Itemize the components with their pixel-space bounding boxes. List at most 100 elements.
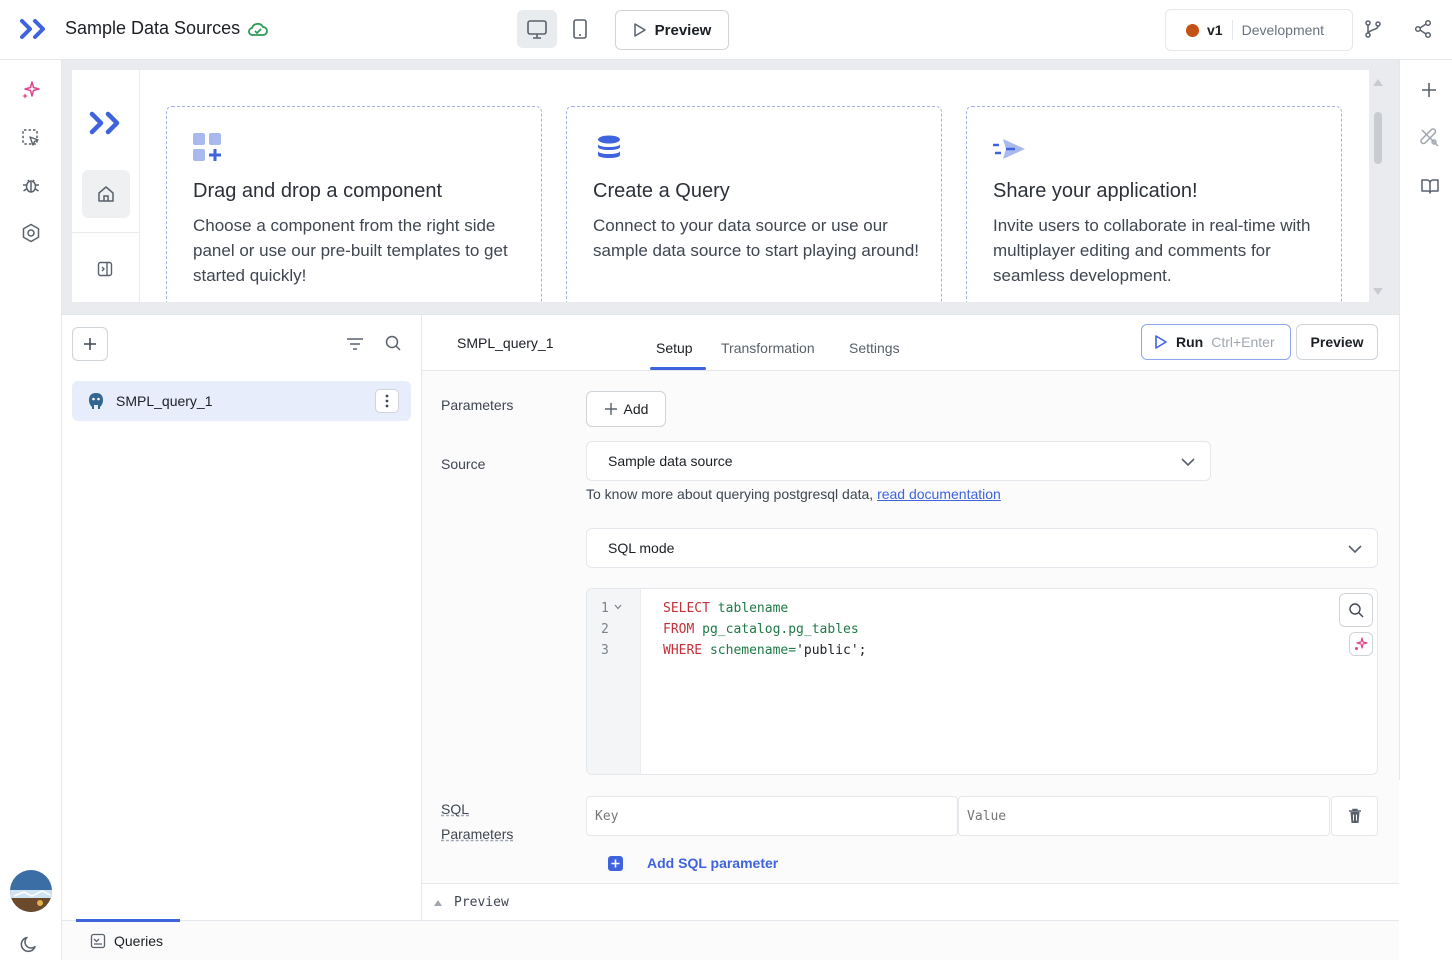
sql-param-key-input[interactable] <box>586 796 958 836</box>
read-documentation-link[interactable]: read documentation <box>877 486 1001 502</box>
plus-icon <box>84 338 96 350</box>
line-gutter: 1 2 3 <box>587 589 641 774</box>
editor-header: SMPL_query_1 Setup Transformation Settin… <box>422 315 1399 371</box>
code-search-button[interactable] <box>1339 593 1373 627</box>
query-list-panel: SMPL_query_1 <box>62 314 422 920</box>
ai-sparkle-icon[interactable] <box>20 79 42 101</box>
style-disabled-icon[interactable] <box>1420 128 1440 148</box>
queries-tab-label: Queries <box>114 933 164 949</box>
code-line: WHERE schemename='public'; <box>663 643 867 658</box>
mobile-view-button[interactable] <box>560 10 600 48</box>
play-icon <box>633 23 646 37</box>
run-shortcut: Ctrl+Enter <box>1211 334 1275 350</box>
source-label: Source <box>441 456 486 472</box>
onboarding-card-query: Create a Query Connect to your data sour… <box>566 106 942 302</box>
bottom-panel-tabs: Queries <box>62 919 1399 960</box>
chevron-down-icon <box>1347 541 1363 557</box>
line-number: 2 <box>601 622 609 637</box>
search-icon[interactable] <box>384 334 402 352</box>
preview-panel-label: Preview <box>454 895 509 910</box>
preview-app-button[interactable]: Preview <box>615 10 729 50</box>
card-description: Invite users to collaborate in real-time… <box>993 216 1311 285</box>
preview-panel-toggle[interactable]: Preview <box>422 883 1399 921</box>
source-select[interactable]: Sample data source <box>586 441 1211 481</box>
database-icon <box>596 135 622 161</box>
caret-up-icon <box>434 899 442 906</box>
tab-settings[interactable]: Settings <box>849 340 900 356</box>
sql-param-value-input[interactable] <box>958 796 1330 836</box>
source-value: Sample data source <box>608 453 733 469</box>
home-icon <box>98 186 114 202</box>
add-sql-param-label: Add SQL parameter <box>647 855 779 871</box>
ai-assist-button[interactable] <box>1349 632 1373 656</box>
add-parameter-button[interactable]: Add <box>586 391 666 427</box>
fold-chevron-icon[interactable] <box>614 603 622 611</box>
add-component-plus-icon[interactable] <box>1420 81 1438 99</box>
debugger-bug-icon[interactable] <box>20 174 42 196</box>
parameters-label: Parameters <box>441 397 514 413</box>
sql-parameters-label: Parameters <box>441 826 514 842</box>
line-number: 1 <box>601 601 609 616</box>
add-query-button[interactable] <box>72 327 108 361</box>
cloud-saved-icon <box>247 20 269 40</box>
docs-book-icon[interactable] <box>1420 176 1440 196</box>
send-share-icon <box>993 137 1027 161</box>
app-logo-icon[interactable] <box>20 18 48 40</box>
postgresql-icon <box>86 391 106 411</box>
run-query-button[interactable]: Run Ctrl+Enter <box>1141 324 1291 360</box>
left-sidebar <box>0 60 62 960</box>
share-icon[interactable] <box>1413 19 1433 39</box>
app-logo-icon <box>89 110 123 136</box>
chevron-down-icon <box>1180 454 1196 470</box>
canvas-page: Drag and drop a component Choose a compo… <box>72 70 1369 302</box>
card-description: Connect to your data source or use our s… <box>593 216 920 260</box>
query-menu-button[interactable] <box>375 389 399 413</box>
preview-label: Preview <box>654 21 712 39</box>
environment-selector[interactable]: v1 Development <box>1165 9 1353 51</box>
plus-square-icon <box>608 855 623 871</box>
mode-value: SQL mode <box>608 540 675 556</box>
environment-label: Development <box>1241 22 1325 38</box>
tab-setup[interactable]: Setup <box>656 340 693 356</box>
canvas-scrollbar[interactable] <box>1371 70 1385 302</box>
query-name: SMPL_query_1 <box>116 393 213 409</box>
setup-form: Parameters Add Source Sample data source… <box>422 371 1399 883</box>
filter-icon[interactable] <box>346 336 364 352</box>
query-mode-select[interactable]: SQL mode <box>586 528 1378 568</box>
tab-transformation[interactable]: Transformation <box>721 340 815 356</box>
plus-icon <box>604 403 617 415</box>
sql-parameters-label: SQL <box>441 801 470 817</box>
app-title[interactable]: Sample Data Sources <box>65 18 240 39</box>
code-line: FROM pg_catalog.pg_tables <box>663 622 859 637</box>
query-title[interactable]: SMPL_query_1 <box>457 335 554 351</box>
env-status-dot <box>1186 23 1199 37</box>
user-avatar[interactable] <box>10 870 52 912</box>
docs-hint: To know more about querying postgresql d… <box>586 486 1001 502</box>
select-component-icon[interactable] <box>20 127 42 149</box>
app-page-sidebar <box>72 70 140 302</box>
preview-query-button[interactable]: Preview <box>1296 324 1378 360</box>
query-list-item[interactable]: SMPL_query_1 <box>72 381 411 421</box>
trash-icon <box>1348 808 1361 823</box>
right-sidebar <box>1399 60 1452 780</box>
onboarding-card-share: Share your application! Invite users to … <box>966 106 1342 302</box>
add-sql-parameter-button[interactable]: Add SQL parameter <box>608 855 778 871</box>
play-icon <box>1155 335 1167 349</box>
search-icon <box>1349 603 1364 618</box>
home-nav-button[interactable] <box>82 170 130 218</box>
sql-code-editor[interactable]: 1 2 3 SELECT tablename FROM pg_catalog.p… <box>586 588 1378 775</box>
top-header: Sample Data Sources Preview v1 Developme… <box>0 0 1452 60</box>
collapse-sidebar-icon[interactable] <box>97 261 113 277</box>
settings-icon[interactable] <box>20 222 42 244</box>
dark-mode-moon-icon[interactable] <box>18 933 40 955</box>
query-editor: SMPL_query_1 Setup Transformation Settin… <box>422 314 1399 921</box>
delete-param-button[interactable] <box>1331 796 1378 836</box>
ai-sparkle-icon <box>1355 637 1368 650</box>
card-title: Create a Query <box>593 180 730 202</box>
tab-queries[interactable]: Queries <box>76 921 180 960</box>
add-label: Add <box>623 401 649 417</box>
card-title: Drag and drop a component <box>193 180 443 202</box>
active-tab-indicator <box>650 367 706 370</box>
desktop-view-button[interactable] <box>517 10 557 48</box>
branch-icon[interactable] <box>1363 19 1383 39</box>
